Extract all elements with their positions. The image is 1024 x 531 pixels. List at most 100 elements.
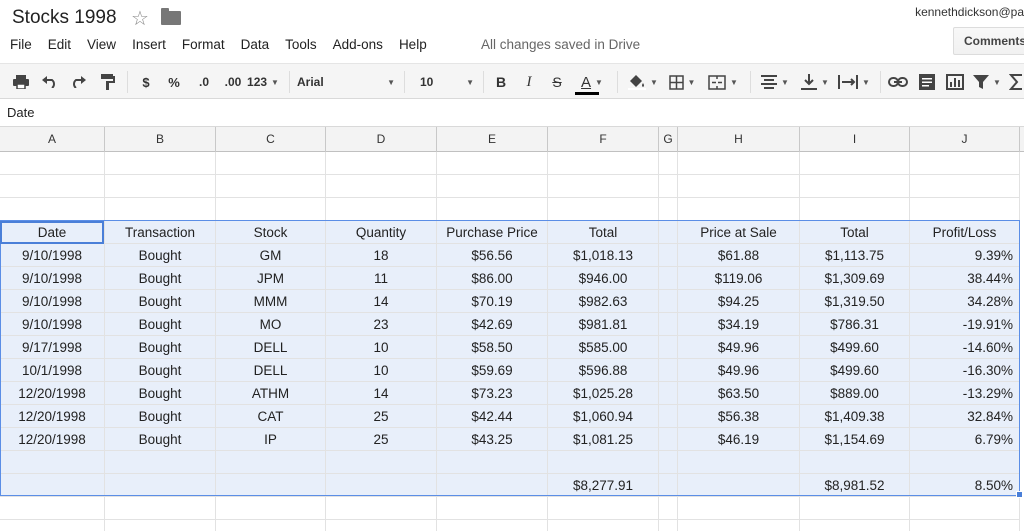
cell-e[interactable]: $58.50 xyxy=(437,336,548,359)
cell-i[interactable] xyxy=(800,152,910,175)
cell-f[interactable]: $1,025.28 xyxy=(548,382,659,405)
cell-g[interactable] xyxy=(659,520,678,531)
cell-i[interactable]: $889.00 xyxy=(800,382,910,405)
more-formats-button[interactable]: 123 ▼ xyxy=(246,72,280,92)
column-header-a[interactable]: A xyxy=(0,127,105,152)
cell-d[interactable]: 14 xyxy=(326,382,437,405)
cell-f[interactable] xyxy=(548,497,659,520)
cell-c[interactable]: JPM xyxy=(216,267,326,290)
cell-j[interactable]: 38.44% xyxy=(910,267,1020,290)
cell-a[interactable]: 10/1/1998 xyxy=(0,359,105,382)
cell-g[interactable] xyxy=(659,290,678,313)
bold-button[interactable]: B xyxy=(494,72,508,92)
cell-f[interactable]: $596.88 xyxy=(548,359,659,382)
cell-j[interactable]: -16.30% xyxy=(910,359,1020,382)
cell-g[interactable] xyxy=(659,451,678,474)
borders-button[interactable]: ▼ xyxy=(665,72,699,92)
menu-file[interactable]: File xyxy=(10,37,32,55)
cell-d[interactable] xyxy=(326,520,437,531)
cell-j[interactable]: 34.28% xyxy=(910,290,1020,313)
cell-c[interactable] xyxy=(216,474,326,497)
save-status[interactable]: All changes saved in Drive xyxy=(481,37,640,52)
cell-c[interactable]: IP xyxy=(216,428,326,451)
cell-a[interactable] xyxy=(0,497,105,520)
cell-b[interactable]: Transaction xyxy=(105,221,216,244)
cell-f[interactable]: $1,018.13 xyxy=(548,244,659,267)
cell-d[interactable]: 10 xyxy=(326,336,437,359)
cell-d[interactable]: 10 xyxy=(326,359,437,382)
user-account[interactable]: kennethdickson@pa xyxy=(915,5,1024,19)
cell-i[interactable] xyxy=(800,451,910,474)
cell-f[interactable] xyxy=(548,520,659,531)
cell-i[interactable]: $1,113.75 xyxy=(800,244,910,267)
formula-input[interactable]: Date xyxy=(7,105,34,120)
cell-d[interactable] xyxy=(326,152,437,175)
cell-h[interactable] xyxy=(678,474,800,497)
column-header-j[interactable]: J xyxy=(910,127,1020,152)
cell-i[interactable]: $1,319.50 xyxy=(800,290,910,313)
merge-cells-button[interactable]: ▼ xyxy=(703,72,743,92)
cell-h[interactable] xyxy=(678,152,800,175)
cell-i[interactable]: $1,309.69 xyxy=(800,267,910,290)
cell-h[interactable]: $34.19 xyxy=(678,313,800,336)
cell-j[interactable] xyxy=(910,520,1020,531)
cell-h[interactable] xyxy=(678,175,800,198)
insert-link-icon[interactable] xyxy=(887,72,909,92)
cell-b[interactable] xyxy=(105,474,216,497)
text-wrapping-button[interactable]: ▼ xyxy=(836,72,872,92)
cell-h[interactable]: $94.25 xyxy=(678,290,800,313)
menu-data[interactable]: Data xyxy=(241,37,270,55)
cell-h[interactable]: $46.19 xyxy=(678,428,800,451)
cell-e[interactable] xyxy=(437,175,548,198)
cell-b[interactable] xyxy=(105,520,216,531)
cell-f[interactable] xyxy=(548,198,659,221)
undo-icon[interactable] xyxy=(41,72,59,92)
cell-c[interactable] xyxy=(216,520,326,531)
cell-a[interactable]: 12/20/1998 xyxy=(0,428,105,451)
cell-f[interactable]: Total xyxy=(548,221,659,244)
cell-j[interactable]: Profit/Loss xyxy=(910,221,1020,244)
cell-i[interactable] xyxy=(800,520,910,531)
cell-d[interactable]: 18 xyxy=(326,244,437,267)
cell-b[interactable]: Bought xyxy=(105,244,216,267)
cell-d[interactable]: 25 xyxy=(326,428,437,451)
filter-button[interactable]: ▼ xyxy=(972,72,1002,92)
currency-format-button[interactable]: $ xyxy=(139,72,153,92)
cell-j[interactable]: 9.39% xyxy=(910,244,1020,267)
cell-j[interactable]: 8.50% xyxy=(910,474,1020,497)
cell-j[interactable] xyxy=(910,451,1020,474)
cell-j[interactable]: -19.91% xyxy=(910,313,1020,336)
column-header-f[interactable]: F xyxy=(548,127,659,152)
cell-e[interactable]: $70.19 xyxy=(437,290,548,313)
cell-d[interactable]: 14 xyxy=(326,290,437,313)
cell-g[interactable] xyxy=(659,428,678,451)
cell-j[interactable]: 6.79% xyxy=(910,428,1020,451)
font-family-select[interactable]: Arial ▼ xyxy=(297,72,395,92)
cell-a[interactable]: 12/20/1998 xyxy=(0,405,105,428)
cell-a[interactable]: 12/20/1998 xyxy=(0,382,105,405)
cell-h[interactable] xyxy=(678,497,800,520)
cell-h[interactable]: $63.50 xyxy=(678,382,800,405)
cell-a[interactable]: Date xyxy=(0,221,105,244)
menu-edit[interactable]: Edit xyxy=(48,37,71,55)
cell-e[interactable]: Purchase Price xyxy=(437,221,548,244)
vertical-align-button[interactable]: ▼ xyxy=(797,72,833,92)
cell-c[interactable]: MMM xyxy=(216,290,326,313)
column-header-c[interactable]: C xyxy=(216,127,326,152)
cell-d[interactable]: 23 xyxy=(326,313,437,336)
column-header-d[interactable]: D xyxy=(326,127,437,152)
cell-a[interactable]: 9/17/1998 xyxy=(0,336,105,359)
cell-i[interactable] xyxy=(800,497,910,520)
cell-b[interactable]: Bought xyxy=(105,359,216,382)
cell-i[interactable]: $1,409.38 xyxy=(800,405,910,428)
cell-c[interactable]: Stock xyxy=(216,221,326,244)
document-title[interactable]: Stocks 1998 xyxy=(12,7,117,29)
cell-c[interactable] xyxy=(216,497,326,520)
cell-c[interactable] xyxy=(216,152,326,175)
cell-a[interactable] xyxy=(0,198,105,221)
cell-i[interactable]: $786.31 xyxy=(800,313,910,336)
cell-b[interactable]: Bought xyxy=(105,290,216,313)
menu-help[interactable]: Help xyxy=(399,37,427,55)
menu-insert[interactable]: Insert xyxy=(132,37,166,55)
cell-d[interactable] xyxy=(326,497,437,520)
